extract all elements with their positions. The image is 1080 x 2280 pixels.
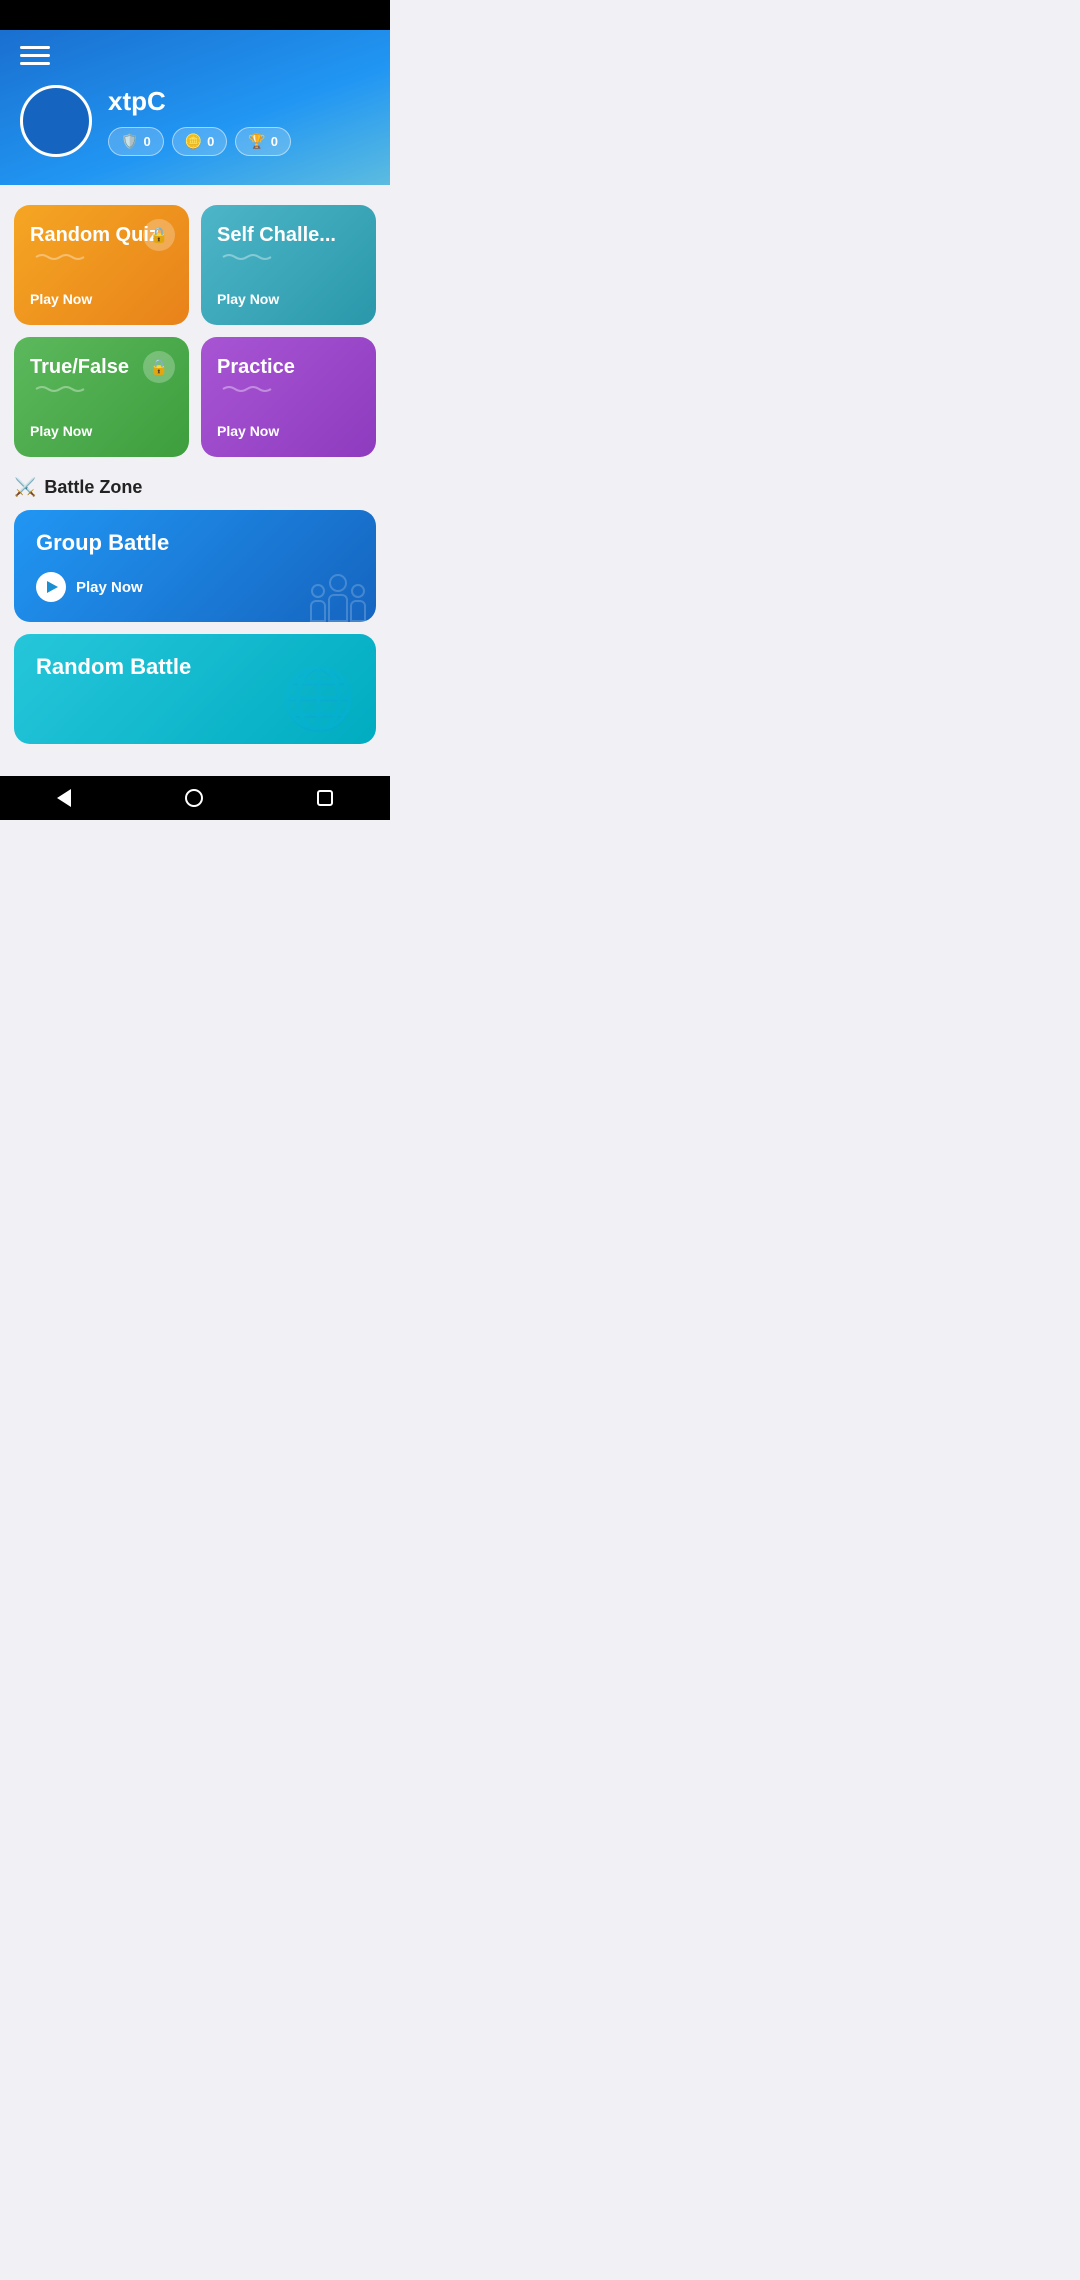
header: xtpC 🛡️ 0 🪙 0 🏆 0	[0, 30, 390, 185]
lock-icon-2: 🔒	[143, 351, 175, 383]
trophy-stat: 🏆 0	[235, 127, 291, 156]
recent-button[interactable]	[297, 782, 353, 814]
figure-1	[310, 584, 326, 622]
shield-value: 0	[143, 134, 150, 149]
random-quiz-card[interactable]: Random Quiz Play Now 🔒	[14, 205, 189, 325]
username: xtpC	[108, 86, 291, 117]
trophy-value: 0	[271, 134, 278, 149]
practice-title: Practice	[217, 355, 360, 379]
group-battle-play-now: Play Now	[76, 579, 143, 596]
wavy-decoration-2	[217, 253, 277, 261]
group-battle-title: Group Battle	[36, 530, 354, 556]
wavy-decoration-3	[30, 385, 90, 393]
profile-info: xtpC 🛡️ 0 🪙 0 🏆 0	[108, 86, 291, 156]
group-battle-play-row: Play Now	[36, 572, 354, 602]
avatar	[20, 85, 92, 157]
globe-icon: 🌐	[281, 663, 356, 734]
coin-stat: 🪙 0	[172, 127, 228, 156]
trophy-icon: 🏆	[248, 133, 265, 150]
back-icon	[57, 789, 71, 807]
battle-zone-header: ⚔️ Battle Zone	[14, 477, 376, 498]
group-figures	[310, 574, 366, 622]
battle-zone-icon: ⚔️	[14, 477, 36, 498]
true-false-card[interactable]: True/False Play Now 🔒	[14, 337, 189, 457]
random-battle-card[interactable]: Random Battle 🌐	[14, 634, 376, 744]
stats-row: 🛡️ 0 🪙 0 🏆 0	[108, 127, 291, 156]
profile-row: xtpC 🛡️ 0 🪙 0 🏆 0	[20, 85, 370, 157]
figure-3	[350, 584, 366, 622]
battle-zone-title: Battle Zone	[44, 477, 142, 498]
wavy-decoration	[30, 253, 90, 261]
group-battle-card[interactable]: Group Battle Play Now	[14, 510, 376, 622]
play-triangle	[47, 581, 58, 593]
home-icon	[185, 789, 203, 807]
self-challenge-title: Self Challe...	[217, 223, 360, 247]
game-modes-grid: Random Quiz Play Now 🔒 Self Challe... Pl…	[14, 205, 376, 457]
shield-stat: 🛡️ 0	[108, 127, 164, 156]
self-challenge-play-now: Play Now	[217, 291, 360, 307]
self-challenge-card[interactable]: Self Challe... Play Now	[201, 205, 376, 325]
play-button-icon	[36, 572, 66, 602]
lock-icon: 🔒	[143, 219, 175, 251]
practice-play-now: Play Now	[217, 423, 360, 439]
shield-icon: 🛡️	[121, 133, 138, 150]
back-button[interactable]	[37, 781, 91, 815]
recent-icon	[317, 790, 333, 806]
main-content: Random Quiz Play Now 🔒 Self Challe... Pl…	[0, 185, 390, 776]
coin-icon: 🪙	[185, 133, 202, 150]
bottom-nav	[0, 776, 390, 820]
status-bar	[0, 0, 390, 30]
home-button[interactable]	[165, 781, 223, 815]
practice-card[interactable]: Practice Play Now	[201, 337, 376, 457]
wavy-decoration-4	[217, 385, 277, 393]
menu-button[interactable]	[20, 46, 50, 65]
true-false-play-now: Play Now	[30, 423, 173, 439]
random-quiz-play-now: Play Now	[30, 291, 173, 307]
coin-value: 0	[207, 134, 214, 149]
figure-2	[328, 574, 348, 622]
